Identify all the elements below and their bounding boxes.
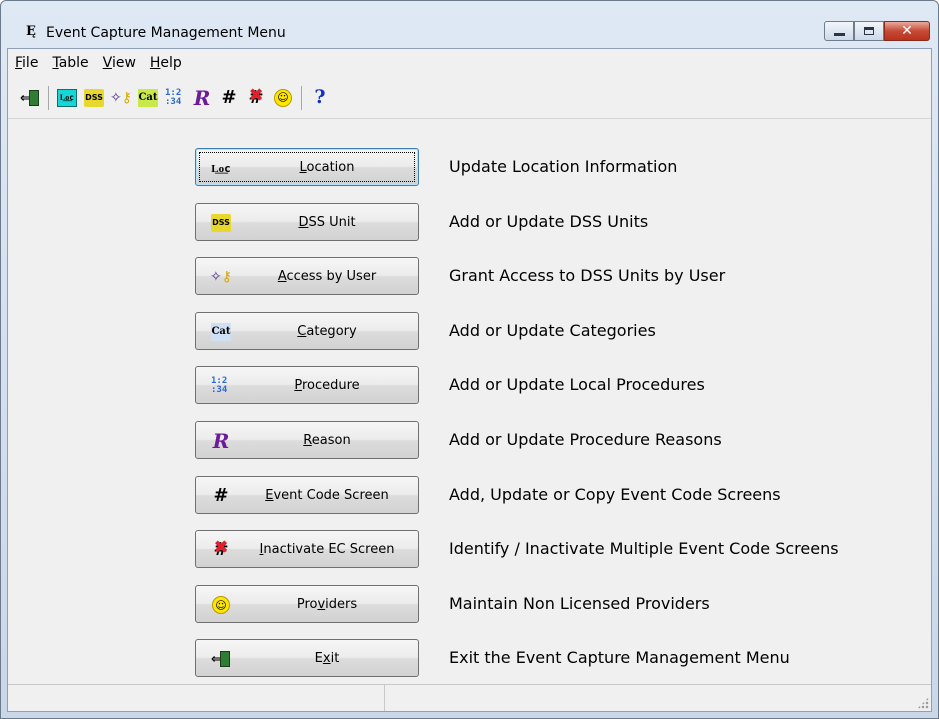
command-description: Add, Update or Copy Event Code Screens (449, 485, 781, 504)
button-label: Inactivate EC Screen (259, 542, 395, 557)
menu-bar: File Table View Help (8, 49, 931, 77)
caption-buttons: ✕ (824, 21, 930, 41)
reason-icon: R (193, 85, 211, 110)
client-area: File Table View Help ⇐ L͟o͟c DSS ✧ ⚷ Cat 1:2… (7, 48, 932, 712)
category-icon: Cat (138, 88, 158, 107)
command-description: Update Location Information (449, 157, 678, 176)
button-icon-wrapper: Cat (210, 322, 232, 342)
button-label: Category (297, 324, 357, 339)
button-icon-wrapper: # ✖ (210, 537, 232, 560)
button-label: Procedure (294, 378, 360, 393)
menu-accelerator: H (149, 55, 161, 71)
menu-accelerator: V (102, 55, 112, 71)
minimize-button[interactable] (824, 21, 854, 41)
inactivate-ec-screen-icon: # ✖ (248, 84, 264, 108)
toolbar-help-button[interactable]: ? (308, 86, 332, 110)
exit-icon: ⇐ (20, 89, 40, 107)
help-icon: ? (314, 86, 326, 108)
button-label: Access by User (277, 269, 377, 284)
dss-unit-icon: DSS (211, 214, 231, 232)
close-button[interactable]: ✕ (884, 21, 930, 41)
menu-table[interactable]: Table (45, 52, 95, 74)
title-bar[interactable]: Ę Event Capture Management Menu ✕ (1, 1, 938, 48)
minimize-icon (833, 33, 845, 36)
category-icon: Cat (211, 323, 231, 341)
toolbar-reason-button[interactable]: R (190, 86, 214, 110)
button-icon-wrapper: R (210, 429, 232, 453)
toolbar-category-button[interactable]: Cat (136, 86, 160, 110)
button-label: Location (299, 160, 355, 175)
status-pane-1 (8, 685, 385, 711)
access-by-user-icon: ✧ ⚷ (210, 269, 232, 285)
button-icon-wrapper: ⇐ (210, 649, 232, 669)
toolbar-location-button[interactable]: L͟o͟c (55, 86, 79, 110)
dss-unit-icon: DSS (84, 88, 104, 107)
maximize-icon (864, 27, 874, 35)
inactivate-ec-screen-icon: # ✖ (213, 537, 229, 560)
close-icon: ✕ (901, 23, 913, 39)
command-description: Grant Access to DSS Units by User (449, 266, 726, 285)
status-bar (8, 684, 931, 711)
status-pane-2 (385, 685, 931, 711)
location-icon: L͟o͟c (211, 161, 231, 175)
button-icon-wrapper: ☺ (210, 595, 232, 615)
toolbar-access-by-user-button[interactable]: ✧ ⚷ (109, 86, 133, 110)
command-description: Add or Update DSS Units (449, 212, 649, 231)
button-icon-wrapper: DSS (210, 213, 232, 233)
toolbar-separator (48, 85, 49, 110)
button-icon-wrapper: L͟o͟c (210, 158, 232, 178)
dss-unit-button[interactable]: DSS DSS Unit (195, 203, 419, 241)
toolbar-inactivate-ec-screen-button[interactable]: # ✖ (244, 86, 268, 110)
command-description: Add or Update Procedure Reasons (449, 430, 722, 449)
button-label: DSS Unit (298, 215, 356, 230)
access-by-user-icon: ✧ ⚷ (110, 89, 132, 106)
toolbar: ⇐ L͟o͟c DSS ✧ ⚷ Cat 1:2 :34 R # # ✖ ☺ ? (8, 77, 931, 119)
providers-button[interactable]: ☺ Providers (195, 585, 419, 623)
button-icon-wrapper: 1:2 :34 (210, 376, 232, 396)
button-label: Exit (314, 651, 340, 666)
button-icon-wrapper: ✧ ⚷ (210, 267, 232, 287)
exit-icon: ⇐ (211, 650, 231, 668)
menu-view[interactable]: View (96, 52, 143, 74)
access-by-user-button[interactable]: ✧ ⚷ Access by User (195, 257, 419, 295)
command-description: Add or Update Categories (449, 321, 656, 340)
window-title: Event Capture Management Menu (46, 25, 286, 41)
command-description: Exit the Event Capture Management Menu (449, 648, 790, 667)
inactivate-ec-screen-button[interactable]: # ✖ Inactivate EC Screen (195, 530, 419, 568)
toolbar-dss-unit-button[interactable]: DSS (82, 86, 106, 110)
location-icon: L͟o͟c (57, 88, 77, 107)
menu-file[interactable]: File (8, 52, 45, 74)
maximize-button[interactable] (854, 21, 884, 41)
event-code-screen-icon: # (213, 485, 229, 506)
button-icon-wrapper: # (210, 486, 232, 506)
app-icon[interactable]: Ę (23, 23, 39, 41)
reason-icon: R (212, 429, 230, 453)
button-label: Event Code Screen (265, 488, 389, 503)
menu-accelerator: T (52, 55, 59, 71)
menu-help[interactable]: Help (143, 52, 189, 74)
command-description: Identify / Inactivate Multiple Event Cod… (449, 539, 839, 558)
toolbar-providers-button[interactable]: ☺ (271, 86, 295, 110)
location-button[interactable]: L͟o͟c Location (195, 148, 419, 186)
procedure-icon: 1:2 :34 (165, 87, 182, 107)
button-label: Reason (303, 433, 351, 448)
application-window: Ę Event Capture Management Menu ✕ File Ta… (0, 0, 939, 719)
providers-icon: ☺ (212, 596, 230, 614)
command-description: Maintain Non Licensed Providers (449, 594, 710, 613)
providers-icon: ☺ (274, 88, 292, 107)
reason-button[interactable]: R Reason (195, 421, 419, 459)
command-description: Add or Update Local Procedures (449, 375, 705, 394)
procedure-button[interactable]: 1:2 :34 Procedure (195, 366, 419, 404)
procedure-icon: 1:2 :34 (211, 376, 228, 395)
toolbar-exit-button[interactable]: ⇐ (18, 86, 42, 110)
category-button[interactable]: Cat Category (195, 312, 419, 350)
toolbar-event-code-screen-button[interactable]: # (217, 86, 241, 110)
menu-accelerator: F (15, 55, 23, 71)
button-label: Providers (296, 597, 358, 612)
event-code-screen-button[interactable]: # Event Code Screen (195, 476, 419, 514)
event-code-screen-icon: # (221, 86, 237, 108)
toolbar-procedure-button[interactable]: 1:2 :34 (163, 86, 187, 110)
toolbar-separator (301, 85, 302, 110)
exit-button[interactable]: ⇐ Exit (195, 639, 419, 677)
